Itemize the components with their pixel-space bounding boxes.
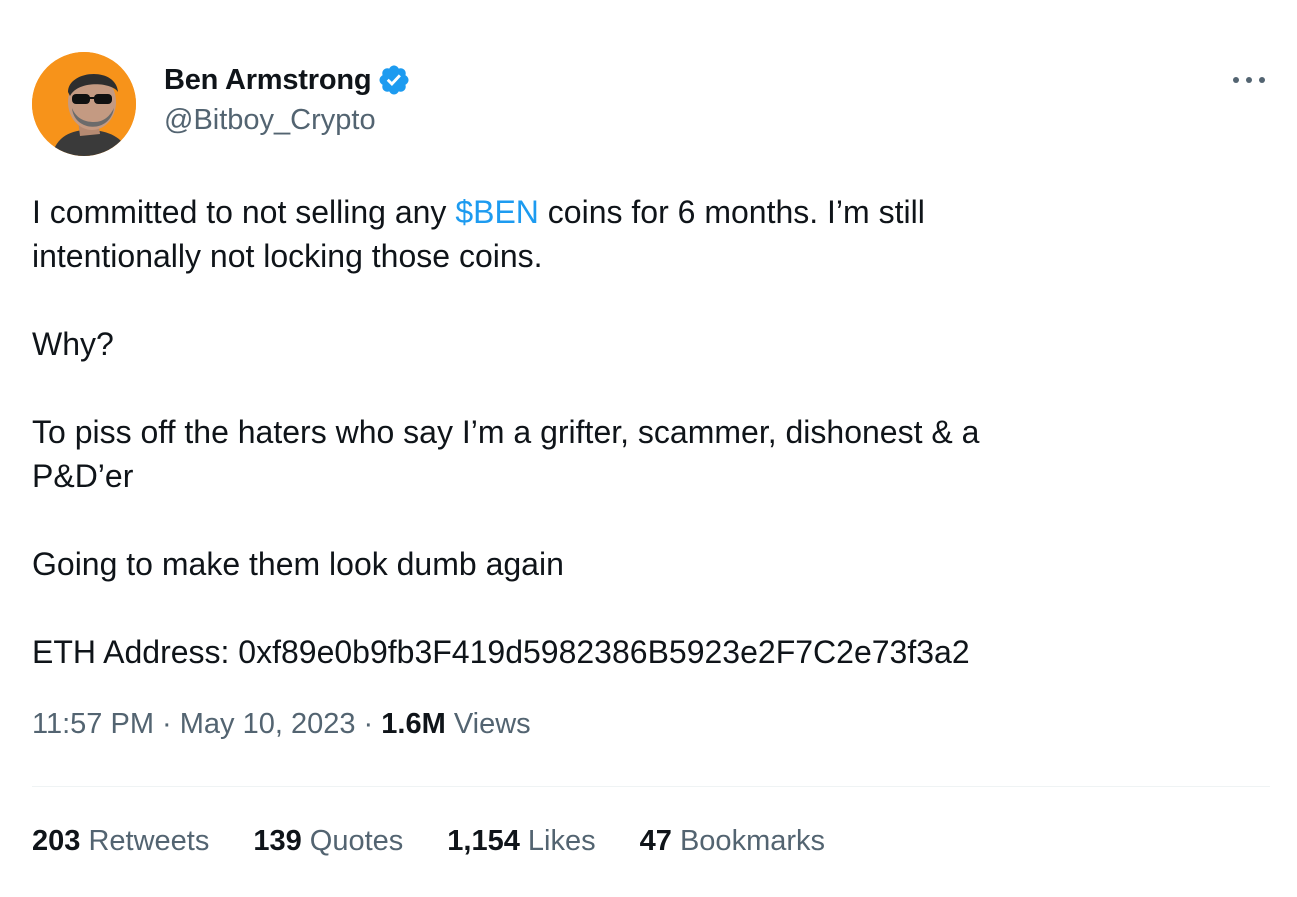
views-count: 1.6M [381,708,446,740]
retweets-count: 203 [32,825,81,857]
views-label: Views [445,708,531,740]
tweet-text: I committed to not selling any $BEN coin… [32,190,1232,674]
likes-label: Likes [519,825,596,857]
likes-stat[interactable]: 1,154 Likes [447,825,595,858]
bookmarks-label: Bookmarks [671,825,826,857]
tweet-text-line: Going to make them look dumb again [32,546,564,582]
verified-badge-icon[interactable] [377,63,411,97]
retweets-label: Retweets [80,825,210,857]
tweet-card: Ben Armstrong @Bitboy_Crypto I committed… [0,0,1297,897]
author-name-row: Ben Armstrong [164,60,411,100]
more-options-button[interactable] [1225,62,1273,98]
separator: · [153,708,180,740]
tweet-text-line: I committed to not selling any $BEN coin… [32,190,1232,234]
divider [32,786,1270,787]
quotes-label: Quotes [301,825,404,857]
quotes-stat[interactable]: 139 Quotes [253,825,403,858]
avatar-photo-icon [32,52,136,156]
likes-count: 1,154 [447,825,520,857]
engagement-stats: 203 Retweets 139 Quotes 1,154 Likes 47 B… [32,825,825,858]
text-segment: coins for 6 months. I’m still [538,194,925,230]
bookmarks-count: 47 [639,825,672,857]
tweet-text-line: P&D’er [32,458,134,494]
quotes-count: 139 [253,825,302,857]
text-segment: I committed to not selling any [32,194,456,230]
tweet-date[interactable]: May 10, 2023 [180,708,356,740]
retweets-stat[interactable]: 203 Retweets [32,825,209,858]
tweet-time[interactable]: 11:57 PM [32,708,154,740]
tweet-metadata: 11:57 PM · May 10, 2023 · 1.6M Views [32,708,531,741]
separator: · [355,708,382,740]
bookmarks-stat[interactable]: 47 Bookmarks [640,825,825,858]
tweet-text-line: intentionally not locking those coins. [32,238,543,274]
tweet-text-line: Why? [32,326,114,362]
user-avatar[interactable] [32,52,136,156]
more-options-icon [1233,77,1265,83]
tweet-text-line: To piss off the haters who say I’m a gri… [32,414,980,450]
author-display-name[interactable]: Ben Armstrong [164,64,372,97]
author-handle[interactable]: @Bitboy_Crypto [164,104,376,137]
cashtag-link[interactable]: $BEN [455,194,539,230]
views-link[interactable]: 1.6M Views [381,708,530,740]
eth-address-line: ETH Address: 0xf89e0b9fb3F419d5982386B59… [32,634,970,670]
